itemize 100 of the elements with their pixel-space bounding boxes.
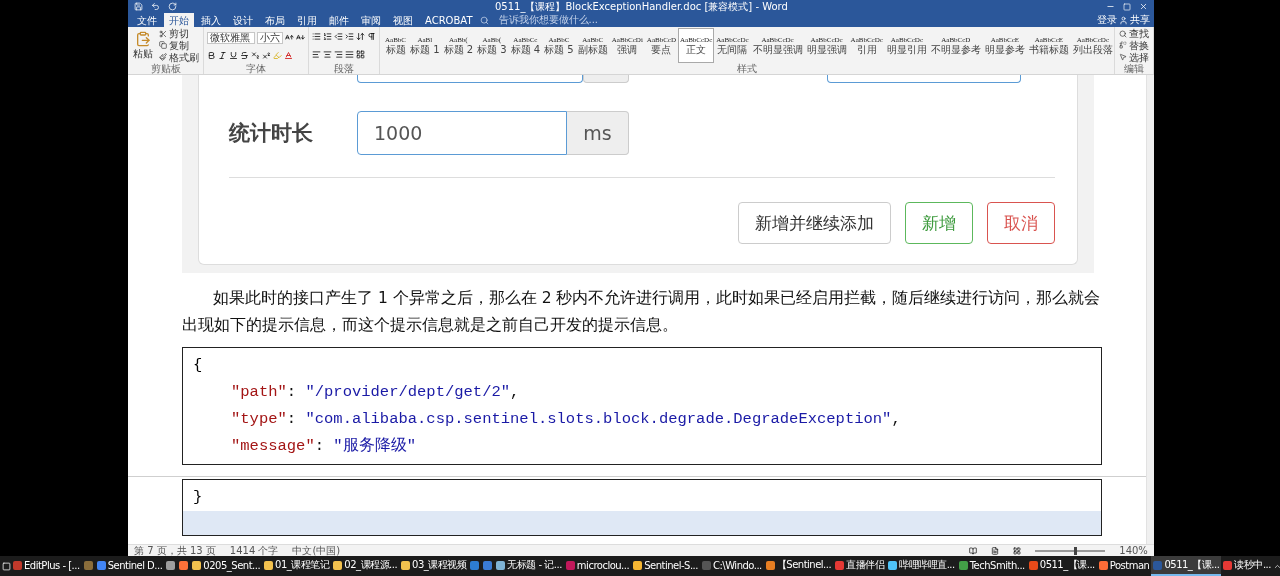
taskbar-app-button[interactable]: Sentinel-S... (631, 556, 700, 576)
ribbon-tab[interactable]: 布局 (260, 13, 290, 27)
ribbon-tab[interactable]: 开始 (164, 13, 194, 27)
outdent-icon[interactable] (334, 32, 343, 42)
style-name: 明显参考 (984, 44, 1025, 55)
sort-icon[interactable] (356, 32, 365, 42)
taskbar-app-button[interactable]: 【Sentinel... (763, 556, 834, 576)
form-button[interactable]: 新增并继续添加 (737, 202, 891, 244)
clipboard-action-button[interactable]: 格式刷 (158, 51, 200, 63)
style-name: 正文 (686, 44, 707, 55)
input-field[interactable] (827, 75, 1021, 83)
duration-input[interactable]: 1000 (357, 111, 567, 155)
input-field[interactable] (357, 75, 583, 83)
clipboard-action-button[interactable]: 剪切 (158, 28, 200, 40)
align-center-icon[interactable] (323, 49, 332, 59)
language-indicator: 中文(中国) (292, 545, 341, 556)
ribbon-tab[interactable]: 插入 (196, 13, 226, 27)
align-right-icon[interactable] (334, 49, 343, 59)
paste-button[interactable]: 粘贴 (131, 28, 155, 63)
shrink-font-icon[interactable] (296, 33, 305, 42)
save-icon[interactable] (134, 2, 143, 11)
form-button[interactable]: 取消 (986, 202, 1055, 244)
ribbon-tab[interactable]: 引用 (292, 13, 322, 27)
taskbar-app-button[interactable]: TechSmith... (956, 556, 1027, 576)
font-size-field[interactable]: 小六 (257, 31, 283, 44)
pointer-icon (1118, 53, 1127, 62)
style-name: 要点 (651, 44, 672, 55)
subscript-icon[interactable] (251, 50, 260, 60)
style-name: 引用 (856, 44, 877, 55)
zoom-level: 140% (1119, 545, 1148, 556)
font-color-icon[interactable] (284, 50, 293, 60)
style-name: 标题 2 (443, 44, 474, 55)
style-name: 书籍标题 (1028, 44, 1069, 55)
font-name-field[interactable]: 微软雅黑 (207, 31, 255, 44)
sign-in-link[interactable]: 登录 (1096, 13, 1117, 27)
ribbon-tab[interactable]: 文件 (132, 13, 162, 27)
ribbon-tab[interactable]: ACROBAT (420, 13, 478, 27)
style-name: 标题 (385, 44, 406, 55)
underline-icon[interactable] (229, 50, 238, 60)
taskbar-app-button[interactable]: 01_课程笔记 (262, 556, 332, 576)
editing-action-button[interactable]: 选择 (1117, 51, 1150, 63)
clipboard-action-button[interactable]: 复制 (158, 40, 200, 51)
tell-me-search-field[interactable]: 告诉我你想要做什么... (498, 13, 599, 27)
task-view-icon[interactable] (2, 561, 11, 571)
web-layout-icon[interactable] (1013, 546, 1022, 555)
print-layout-icon[interactable] (991, 546, 1000, 555)
taskbar-app-button[interactable]: EditPlus - [... (11, 556, 82, 576)
style-name: 不明显参考 (930, 44, 981, 55)
share-button[interactable]: 共享 (1129, 13, 1150, 27)
italic-icon[interactable] (218, 50, 227, 60)
scrollbar[interactable] (1145, 75, 1154, 544)
ribbon-tab[interactable]: 审阅 (356, 13, 386, 27)
bold-icon[interactable] (207, 50, 216, 60)
taskbar-app-button[interactable]: C:\Windo... (699, 556, 764, 576)
align-left-icon[interactable] (312, 49, 321, 59)
copy-icon (159, 41, 167, 50)
user-icon[interactable] (1118, 15, 1128, 25)
taskbar-app-button[interactable]: microclou... (563, 556, 632, 576)
bullets-icon[interactable] (312, 32, 321, 42)
editing-action-button[interactable]: 查找 (1117, 28, 1150, 40)
strikethrough-icon[interactable] (240, 50, 249, 60)
indent-icon[interactable] (345, 32, 354, 42)
taskbar-app-button[interactable]: 03_课程视频 (399, 556, 469, 576)
taskbar-app-button[interactable]: 0205_Sent... (190, 556, 263, 576)
numbering-icon[interactable] (323, 32, 332, 42)
code-line: } (193, 487, 204, 508)
style-name: 明显强调 (806, 44, 847, 55)
page-count: 第 7 页，共 13 页 (134, 545, 216, 556)
taskbar-app-button[interactable]: 02_课程源... (331, 556, 400, 576)
grow-font-icon[interactable] (285, 33, 294, 42)
taskbar-app-button[interactable]: 0511_【课... (1026, 556, 1097, 576)
taskbar-app-button[interactable]: 直播伴侣 (833, 556, 887, 576)
ribbon-tab[interactable]: 设计 (228, 13, 258, 27)
word-count: 1414 个字 (229, 545, 279, 556)
slider-thumb[interactable] (1073, 546, 1077, 555)
clipboard-icon (135, 30, 151, 47)
taskbar-app-button[interactable]: Postman (1096, 556, 1152, 576)
undo-icon[interactable] (151, 2, 160, 11)
code-line: { (193, 355, 204, 376)
taskbar-app-button[interactable]: 无标题 - 记... (494, 556, 564, 576)
read-mode-icon[interactable] (969, 546, 978, 555)
ribbon-tab[interactable]: 视图 (388, 13, 418, 27)
style-name: 明显引用 (886, 44, 927, 55)
pilcrow-icon[interactable] (367, 32, 376, 42)
taskbar-app-button[interactable]: 哔哩哔哩直... (886, 556, 957, 576)
justify-icon[interactable] (345, 49, 354, 59)
zoom-slider[interactable] (1035, 549, 1106, 552)
form-button[interactable]: 新增 (904, 202, 973, 244)
close-icon[interactable] (1138, 2, 1148, 11)
search-icon[interactable] (479, 15, 489, 25)
taskbar-app-button[interactable]: 读秒中... (1221, 556, 1273, 576)
redo-icon[interactable] (168, 2, 177, 11)
editing-action-button[interactable]: 替换 (1117, 40, 1150, 51)
superscript-icon[interactable] (262, 50, 271, 60)
style-name: 无间隔 (717, 44, 748, 55)
ribbon-tab[interactable]: 邮件 (324, 13, 354, 27)
maximize-icon[interactable] (1122, 2, 1131, 11)
taskbar-app-button[interactable]: Sentinel D... (94, 556, 165, 576)
taskbar-app-button[interactable]: 0511_【课... (1151, 556, 1222, 576)
group-label: 段落 (333, 63, 355, 74)
